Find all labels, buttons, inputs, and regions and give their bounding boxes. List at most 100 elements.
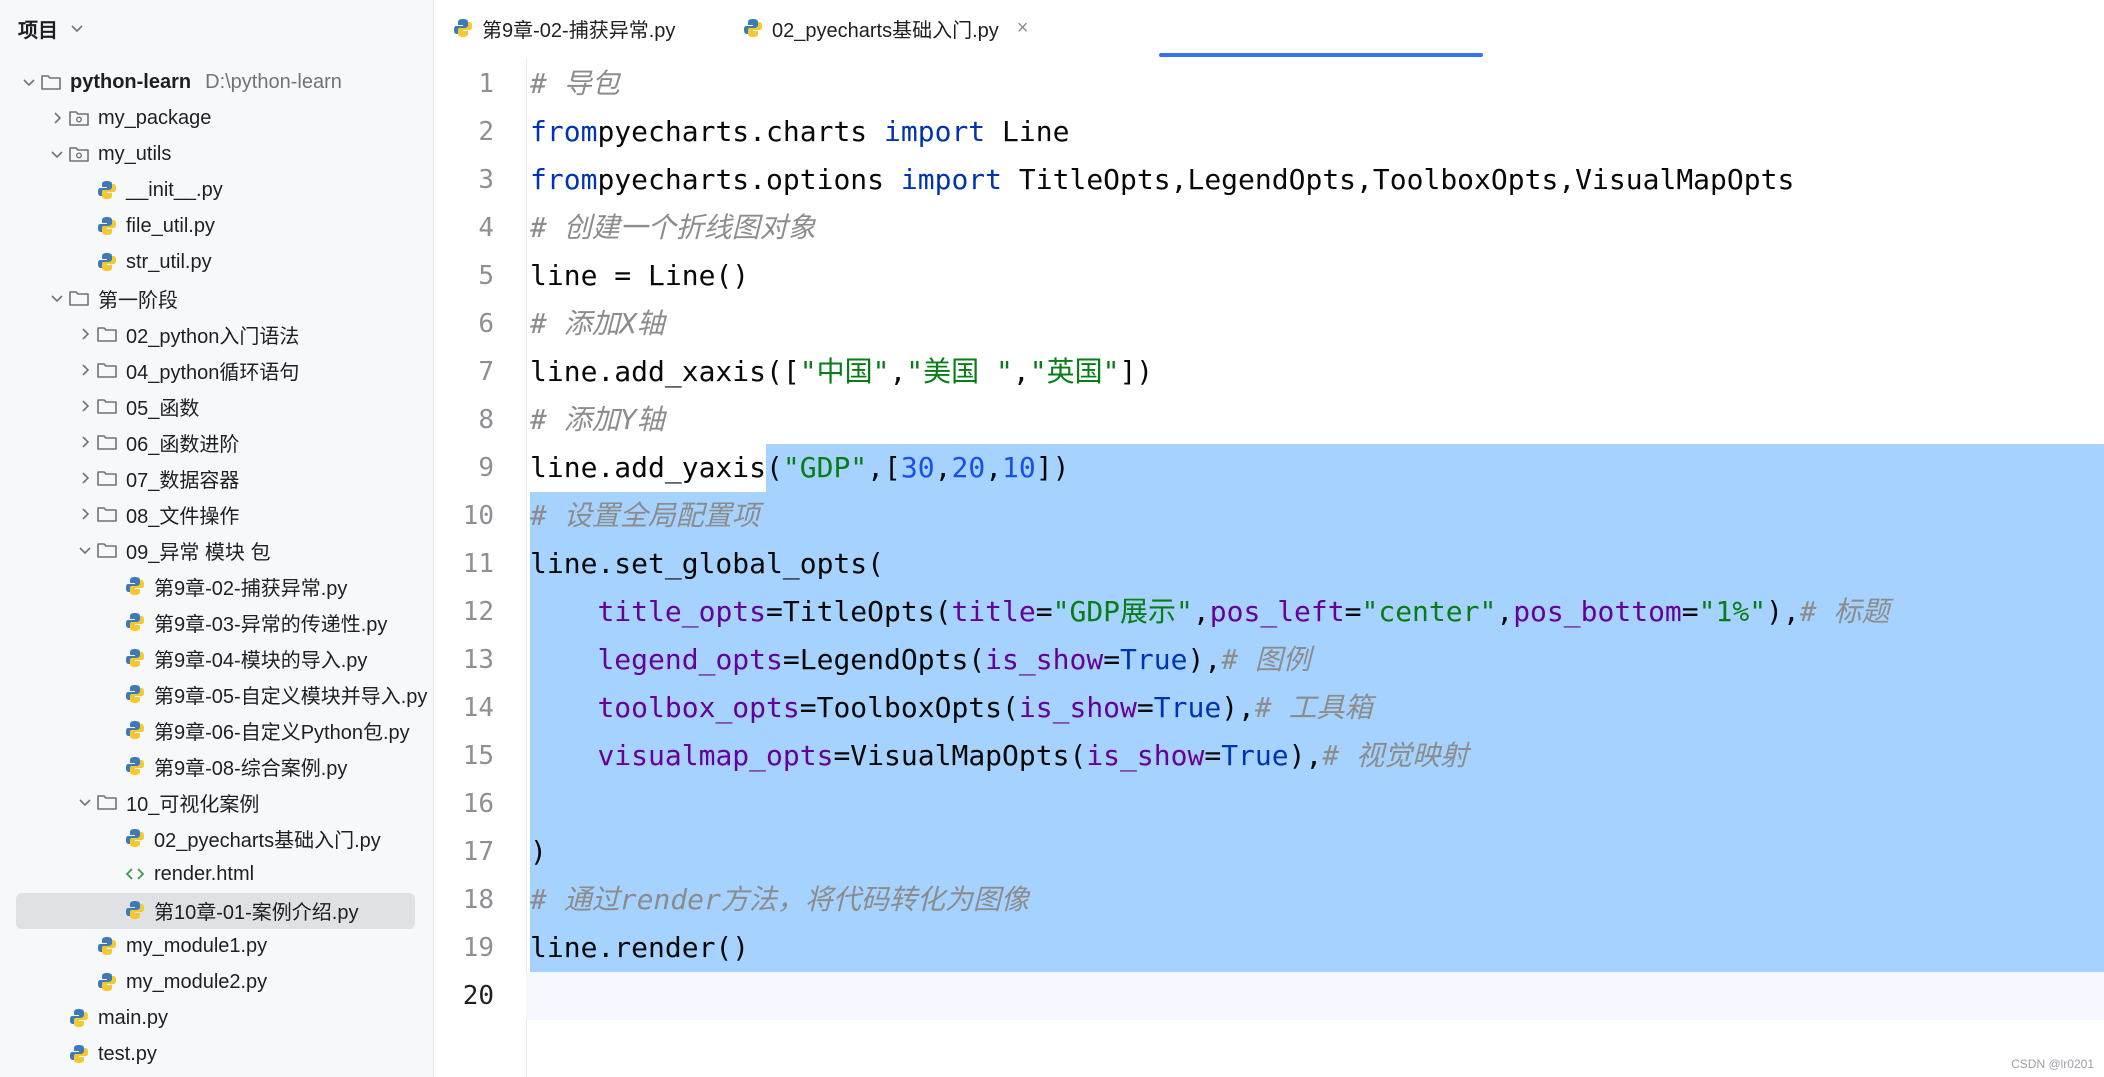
code-token: # 设置全局配置项 — [530, 499, 760, 532]
arrow-spacer — [102, 755, 124, 777]
tree-item[interactable]: __init__.py — [74, 172, 223, 208]
tree-item[interactable]: 08_文件操作 — [74, 496, 239, 532]
expand-arrow-right-icon[interactable] — [74, 467, 96, 489]
expand-arrow-right-icon[interactable] — [74, 395, 96, 417]
expand-arrow-down-icon[interactable] — [74, 539, 96, 561]
expand-arrow-right-icon[interactable] — [74, 323, 96, 345]
tree-item[interactable]: 02_python入门语法 — [74, 316, 299, 352]
code-line[interactable]: # 导包 — [530, 60, 620, 108]
code-token: =VisualMapOpts( — [833, 739, 1087, 772]
code-line[interactable]: # 添加Y轴 — [530, 396, 665, 444]
code-line[interactable]: ) — [530, 828, 547, 876]
tree-item[interactable]: 04_python循环语句 — [74, 352, 299, 388]
tree-item[interactable]: file_util.py — [74, 208, 215, 244]
tree-item[interactable]: 第9章-02-捕获异常.py — [102, 568, 347, 604]
active-tab-indicator — [1159, 53, 1483, 57]
tree-item[interactable]: 05_函数 — [74, 388, 199, 424]
line-number: 10 — [462, 501, 494, 531]
code-line[interactable]: line.set_global_opts( — [530, 540, 884, 588]
tree-item[interactable]: 09_异常 模块 包 — [74, 532, 270, 568]
expand-arrow-right-icon[interactable] — [74, 359, 96, 381]
tree-item-label: file_util.py — [126, 214, 215, 237]
line-number: 8 — [478, 405, 494, 435]
tree-item[interactable]: 第9章-03-异常的传递性.py — [102, 604, 387, 640]
code-line[interactable]: legend_opts=LegendOpts(is_show=True),# 图… — [530, 636, 1310, 684]
python-file-icon — [96, 935, 118, 957]
code-line[interactable]: visualmap_opts=VisualMapOpts(is_show=Tru… — [530, 732, 1468, 780]
expand-arrow-down-icon[interactable] — [46, 287, 68, 309]
code-token: pyecharts.charts — [597, 115, 885, 148]
tree-item[interactable]: 02_pyecharts基础入门.py — [102, 820, 381, 856]
expand-arrow-down-icon[interactable] — [18, 71, 40, 93]
tab-pyecharts-basics[interactable]: 02_pyecharts基础入门.py × — [742, 0, 1028, 56]
tree-item[interactable]: 07_数据容器 — [74, 460, 239, 496]
code-line[interactable]: line.add_xaxis(["中国","美国 ","英国"]) — [530, 348, 1153, 396]
folder-icon — [96, 359, 118, 381]
code-line[interactable]: # 通过render方法，将代码转化为图像 — [530, 876, 1029, 924]
project-tool-window: 项目 python-learn D:\python-learn my_package… — [0, 0, 434, 1077]
tree-item[interactable]: 06_函数进阶 — [74, 424, 239, 460]
tree-item[interactable]: my_package — [46, 100, 211, 136]
tree-item[interactable]: str_util.py — [74, 244, 212, 280]
python-file-icon — [68, 1007, 90, 1029]
close-tab-icon[interactable]: × — [1017, 17, 1029, 40]
tree-item[interactable]: python-learn D:\python-learn — [18, 64, 342, 100]
code-token: line = Line() — [530, 259, 750, 292]
tree-item[interactable]: my_module2.py — [74, 964, 267, 1000]
line-number: 6 — [478, 309, 494, 339]
tree-item[interactable]: render.html — [102, 856, 254, 892]
tree-item[interactable]: 第9章-05-自定义模块并导入.py — [102, 676, 427, 712]
code-line[interactable]: # 创建一个折线图对象 — [530, 204, 816, 252]
expand-arrow-right-icon[interactable] — [74, 503, 96, 525]
code-line[interactable]: # 设置全局配置项 — [530, 492, 760, 540]
tree-item[interactable]: 10_可视化案例 — [74, 784, 259, 820]
code-token: 30 — [900, 451, 935, 484]
code-token: True — [1153, 691, 1222, 724]
tab-capture-exception[interactable]: 第9章-02-捕获异常.py — [452, 0, 675, 56]
code-token: from — [530, 163, 598, 196]
tree-item-label: my_module1.py — [126, 934, 268, 957]
tree-item[interactable]: test.py — [46, 1036, 157, 1072]
expand-arrow-down-icon[interactable] — [74, 791, 96, 813]
arrow-spacer — [74, 251, 96, 273]
editor-tab-bar: 第9章-02-捕获异常.py 02_pyecharts基础入门.py × — [434, 0, 2104, 59]
code-line[interactable]: line.render() — [530, 924, 749, 972]
tree-item[interactable]: my_utils — [46, 136, 171, 172]
arrow-spacer — [102, 647, 124, 669]
tree-item[interactable]: 第一阶段 — [46, 280, 178, 316]
tree-item[interactable]: my_module1.py — [74, 928, 267, 964]
code-token: line.set_global_opts( — [530, 547, 885, 580]
project-view-title: 项目 — [18, 19, 58, 42]
project-view-header[interactable]: 项目 — [0, 0, 433, 56]
chevron-down-icon[interactable] — [70, 21, 84, 35]
expand-arrow-right-icon[interactable] — [74, 431, 96, 453]
code-line[interactable]: line.add_yaxis("GDP",[30,20,10]) — [530, 444, 1069, 492]
expand-arrow-right-icon[interactable] — [46, 107, 68, 129]
tree-item-label: str_util.py — [126, 250, 212, 273]
code-token: legend_opts — [597, 643, 783, 676]
code-editor[interactable]: 1 2 3 4 5 6 7 8 9 10 11 12 13 14 15 16 17 18 19 20 # 导包 from… — [434, 58, 2104, 1077]
code-line[interactable]: frompyecharts.charts import Line — [530, 108, 1069, 156]
code-line[interactable]: line = Line() — [530, 252, 749, 300]
tree-item[interactable]: 第9章-08-综合案例.py — [102, 748, 347, 784]
code-token: =ToolboxOpts( — [799, 691, 1019, 724]
code-line[interactable]: title_opts=TitleOpts(title="GDP展示",pos_l… — [530, 588, 1889, 636]
expand-arrow-down-icon[interactable] — [46, 143, 68, 165]
code-token: = — [1136, 691, 1154, 724]
code-line[interactable]: toolbox_opts=ToolboxOpts(is_show=True),#… — [530, 684, 1372, 732]
tree-item[interactable]: 第10章-01-案例介绍.py — [102, 892, 359, 928]
tree-item[interactable]: main.py — [46, 1000, 168, 1036]
arrow-spacer — [102, 899, 124, 921]
code-line[interactable]: frompyecharts.options import TitleOpts,L… — [530, 156, 1794, 204]
line-number: 11 — [462, 549, 494, 579]
code-line[interactable]: # 添加X轴 — [530, 300, 665, 348]
tree-item[interactable]: 第9章-06-自定义Python包.py — [102, 712, 410, 748]
code-token: from — [530, 115, 598, 148]
code-token: =LegendOpts( — [782, 643, 986, 676]
tree-item[interactable]: 第9章-04-模块的导入.py — [102, 640, 367, 676]
code-token: ), — [1187, 643, 1222, 676]
line-number: 15 — [462, 741, 494, 771]
tree-item-label: main.py — [98, 1006, 169, 1029]
tree-item-label: 08_文件操作 — [126, 505, 240, 528]
